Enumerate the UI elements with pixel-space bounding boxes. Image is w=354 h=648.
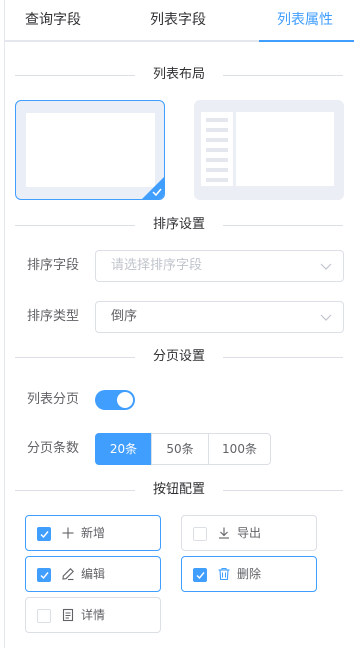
tab-list-fields[interactable]: 列表字段 bbox=[150, 0, 206, 40]
checkbox[interactable] bbox=[37, 568, 51, 582]
page-size-20[interactable]: 20条 bbox=[95, 433, 152, 465]
check-icon bbox=[152, 188, 162, 197]
page-size-label: 分页条数 bbox=[27, 441, 80, 456]
button-option-label: 编辑 bbox=[81, 567, 106, 581]
sort-field-placeholder: 请选择排序字段 bbox=[111, 258, 203, 273]
button-option-label: 删除 bbox=[237, 567, 262, 581]
button-option-export[interactable]: 导出 bbox=[181, 515, 317, 551]
sort-type-select[interactable]: 倒序 bbox=[95, 301, 344, 333]
sort-type-value: 倒序 bbox=[111, 309, 138, 324]
button-option-delete[interactable]: 删除 bbox=[181, 556, 317, 592]
sort-field-label: 排序字段 bbox=[27, 258, 80, 273]
section-title-layout: 列表布局 bbox=[134, 66, 224, 84]
check-icon bbox=[196, 572, 205, 580]
check-icon bbox=[40, 572, 49, 580]
page-size-50[interactable]: 50条 bbox=[151, 433, 209, 465]
panel-left-border bbox=[4, 0, 5, 648]
button-option-label: 详情 bbox=[81, 608, 106, 622]
layout-preview-sidebar bbox=[201, 112, 233, 186]
page-size-group: 20条 50条 100条 bbox=[95, 433, 271, 465]
chevron-down-icon bbox=[320, 263, 332, 270]
paging-toggle[interactable] bbox=[95, 390, 135, 410]
section-divider-buttons: 按钮配置 bbox=[15, 481, 343, 499]
check-icon bbox=[40, 531, 49, 539]
tab-bar: 查询字段 列表字段 列表属性 bbox=[5, 0, 354, 42]
section-title-paging: 分页设置 bbox=[134, 348, 224, 366]
document-icon bbox=[62, 608, 74, 622]
checkbox[interactable] bbox=[193, 527, 207, 541]
section-divider-paging: 分页设置 bbox=[15, 348, 343, 366]
checkbox[interactable] bbox=[37, 527, 51, 541]
layout-preview-main bbox=[26, 113, 155, 187]
layout-preview-main bbox=[236, 112, 334, 186]
tab-active-indicator bbox=[259, 40, 354, 42]
tab-query-fields[interactable]: 查询字段 bbox=[25, 0, 81, 40]
section-title-buttons: 按钮配置 bbox=[134, 481, 224, 499]
button-option-detail[interactable]: 详情 bbox=[25, 597, 161, 633]
sort-type-label: 排序类型 bbox=[27, 309, 80, 324]
button-option-edit[interactable]: 编辑 bbox=[25, 556, 161, 592]
paging-enabled-label: 列表分页 bbox=[27, 392, 80, 407]
layout-option-full[interactable] bbox=[15, 100, 165, 200]
toggle-knob bbox=[117, 392, 133, 408]
section-divider-sort: 排序设置 bbox=[15, 216, 343, 234]
edit-icon bbox=[62, 568, 74, 581]
checkbox[interactable] bbox=[37, 609, 51, 623]
layout-option-tree[interactable] bbox=[194, 100, 344, 200]
section-title-sort: 排序设置 bbox=[134, 216, 224, 234]
chevron-down-icon bbox=[320, 314, 332, 321]
checkbox[interactable] bbox=[193, 568, 207, 582]
delete-icon bbox=[218, 567, 230, 581]
plus-icon bbox=[62, 527, 74, 539]
download-icon bbox=[219, 527, 229, 539]
section-divider-layout: 列表布局 bbox=[15, 66, 343, 84]
button-option-add[interactable]: 新增 bbox=[25, 515, 161, 551]
button-option-label: 导出 bbox=[237, 526, 262, 540]
page-size-100[interactable]: 100条 bbox=[208, 433, 271, 465]
sort-field-select[interactable]: 请选择排序字段 bbox=[95, 250, 344, 282]
tab-list-properties[interactable]: 列表属性 bbox=[277, 0, 333, 40]
button-option-label: 新增 bbox=[81, 526, 106, 540]
